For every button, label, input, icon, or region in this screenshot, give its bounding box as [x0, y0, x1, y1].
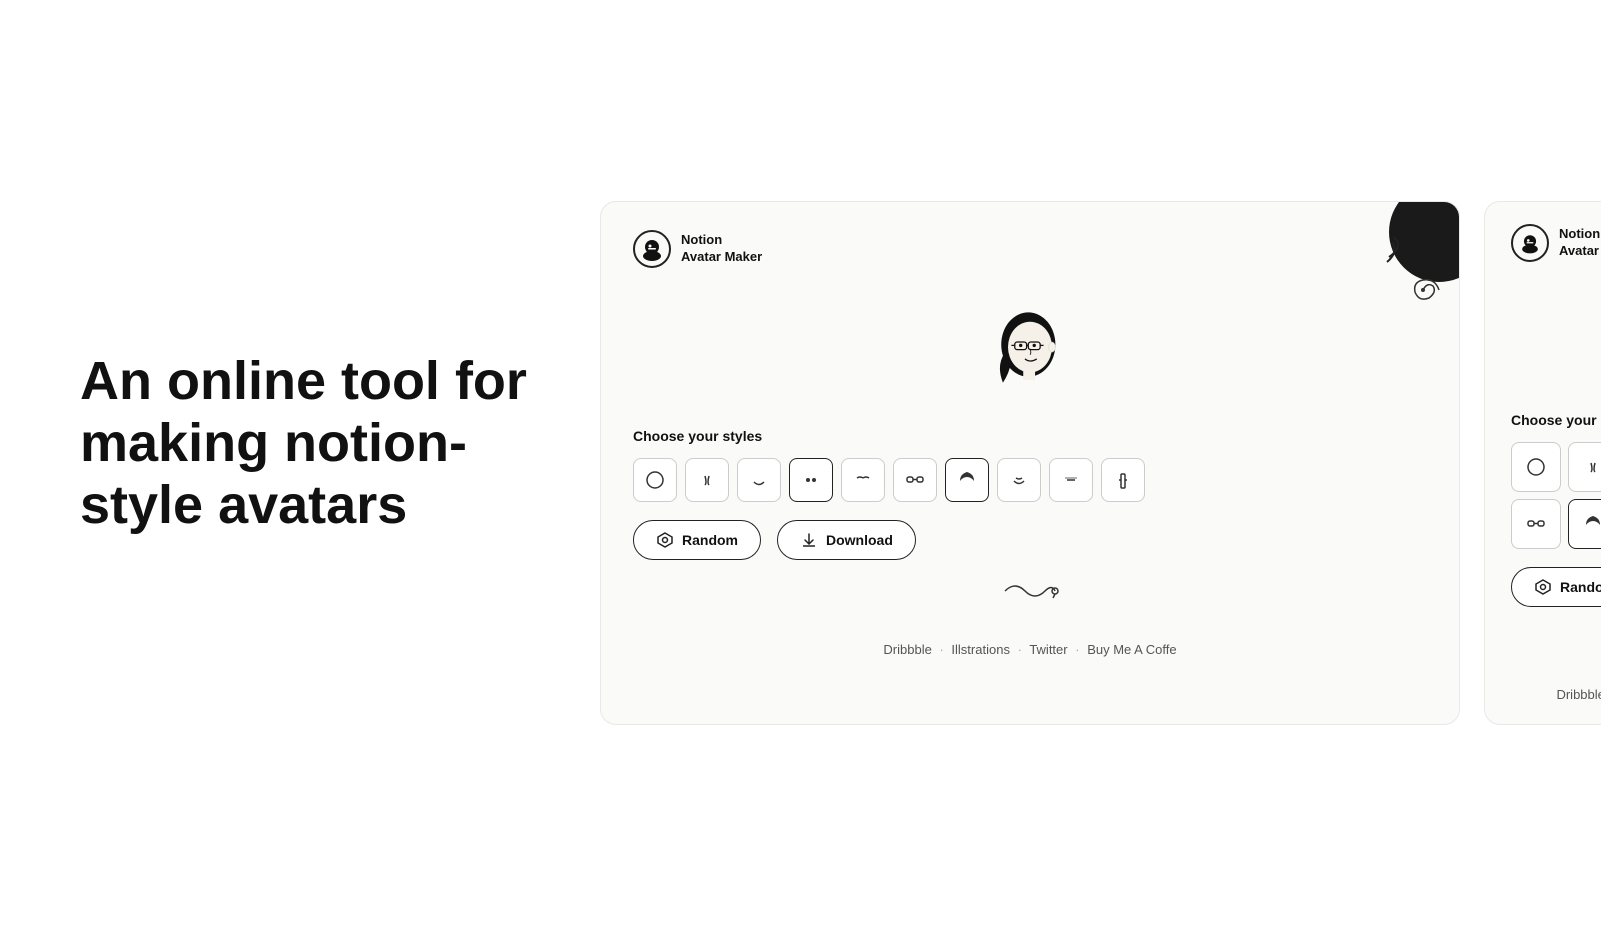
- footer-dribbble-small[interactable]: Dribbble: [1556, 687, 1601, 702]
- style-btn-eyes[interactable]: [789, 458, 833, 502]
- footer-small: Dribbble · Twitter · Buy Me A Coffe: [1511, 687, 1601, 702]
- style-grid-large: [633, 458, 1427, 502]
- download-button-large[interactable]: Download: [777, 520, 916, 560]
- logo-icon-large: [633, 230, 671, 268]
- random-button-large[interactable]: Random: [633, 520, 761, 560]
- style-btn-accessories[interactable]: [1101, 458, 1145, 502]
- footer-twitter-large[interactable]: Twitter: [1029, 642, 1067, 657]
- download-icon-large: [800, 531, 818, 549]
- logo-text-small: Notion Avatar Maker: [1559, 226, 1601, 260]
- download-btn-label-large: Download: [826, 532, 893, 548]
- style-btn-glasses[interactable]: [893, 458, 937, 502]
- page-headline: An online tool for making notion-style a…: [80, 350, 560, 536]
- footer-illustrations-large[interactable]: Illstrations: [951, 642, 1010, 657]
- headline-line2: making notion-style avatars: [80, 413, 467, 535]
- style-btn-eyebrows[interactable]: [841, 458, 885, 502]
- small-mockup-card: Notion Avatar Maker: [1484, 201, 1601, 725]
- random-btn-label-large: Random: [682, 532, 738, 548]
- spiral-deco-large: [1405, 272, 1441, 308]
- swirl-deco-bottom-large: [633, 576, 1427, 606]
- footer-buyme-large[interactable]: Buy Me A Coffe: [1087, 642, 1176, 657]
- style-btn-s-face[interactable]: [1511, 442, 1561, 492]
- headline-line1: An online tool for: [80, 351, 527, 411]
- large-mockup-card: Notion Avatar Maker: [600, 201, 1460, 725]
- swirl-deco-bottom-small: [1511, 623, 1601, 651]
- logo-icon-small: [1511, 224, 1549, 262]
- styles-label-small: Choose your styles: [1511, 412, 1601, 428]
- style-btn-mouth[interactable]: [737, 458, 781, 502]
- footer-large: Dribbble · Illstrations · Twitter · Buy …: [633, 642, 1427, 657]
- style-btn-ears[interactable]: [1049, 458, 1093, 502]
- footer-dribbble-large[interactable]: Dribbble: [883, 642, 931, 657]
- random-btn-label-small: Random: [1560, 579, 1601, 595]
- style-grid-small: [1511, 442, 1601, 549]
- style-btn-hair[interactable]: [945, 458, 989, 502]
- mockups-section: Notion Avatar Maker: [600, 201, 1601, 725]
- card-header-large: Notion Avatar Maker: [633, 230, 1427, 268]
- style-btn-s-hair[interactable]: [1568, 499, 1601, 549]
- avatar-display-small: [1511, 292, 1601, 392]
- random-button-small[interactable]: Random: [1511, 567, 1601, 607]
- style-btn-s-glasses[interactable]: [1511, 499, 1561, 549]
- action-row-large: Random Download: [633, 520, 1427, 560]
- card-header-small: Notion Avatar Maker: [1511, 224, 1601, 262]
- avatar-display-large: [633, 298, 1427, 408]
- logo-text-large: Notion Avatar Maker: [681, 232, 762, 266]
- random-icon-small: [1534, 578, 1552, 596]
- random-icon-large: [656, 531, 674, 549]
- avatar-svg-large: [975, 298, 1085, 408]
- styles-label-large: Choose your styles: [633, 428, 1427, 444]
- style-btn-face[interactable]: [633, 458, 677, 502]
- style-btn-smile[interactable]: [997, 458, 1041, 502]
- style-btn-s-nose[interactable]: [1568, 442, 1601, 492]
- action-row-small: Random Download: [1511, 567, 1601, 607]
- style-btn-nose[interactable]: [685, 458, 729, 502]
